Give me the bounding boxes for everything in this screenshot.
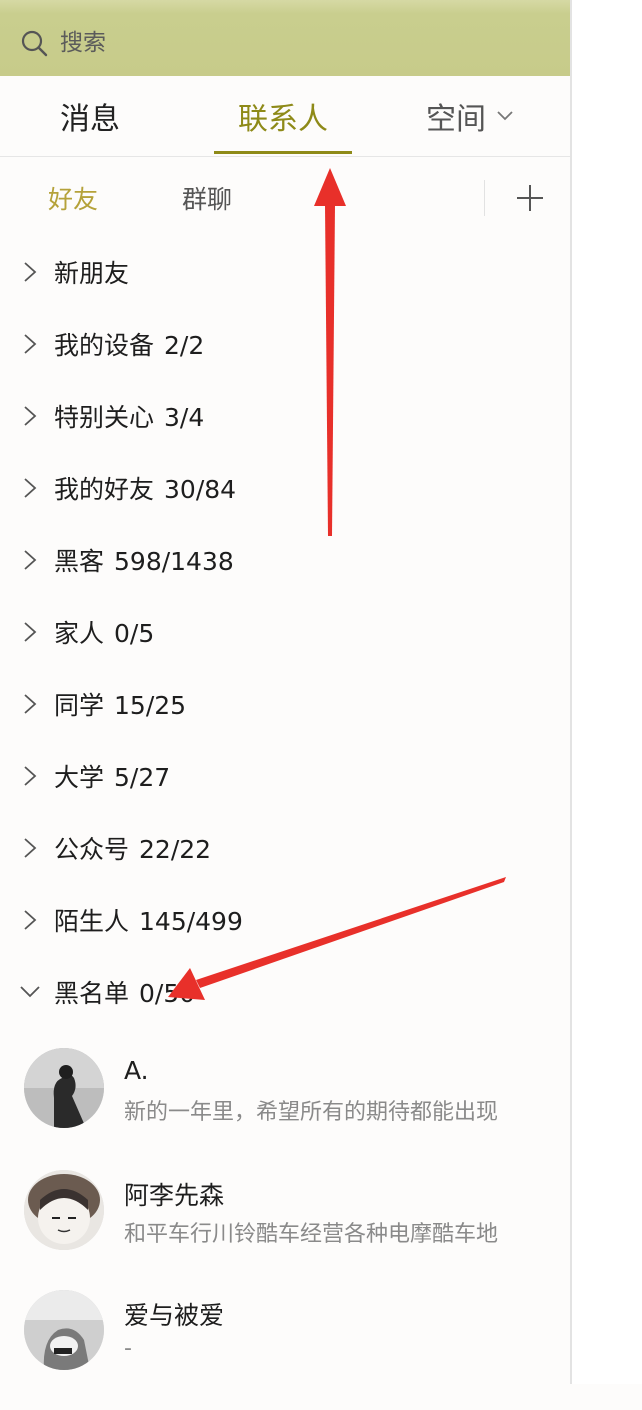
- group-name: 公众号: [54, 835, 130, 864]
- group-family[interactable]: 家人 0/5: [0, 596, 570, 668]
- plus-icon: [517, 185, 543, 211]
- group-count: 15/25: [114, 691, 187, 720]
- chevron-right-icon: [24, 334, 37, 354]
- main-tabs: 消息 联系人 空间: [0, 76, 570, 157]
- header-bar: [0, 0, 570, 76]
- contact-name: 阿李先森: [124, 1181, 225, 1210]
- group-count: 598/1438: [114, 547, 234, 576]
- contact-item[interactable]: 爱与被爱 -: [0, 1290, 570, 1410]
- divider: [484, 180, 485, 216]
- group-label: 家人 0/5: [54, 614, 154, 650]
- group-my-devices[interactable]: 我的设备 2/2: [0, 308, 570, 380]
- group-count: 0/50: [139, 979, 196, 1008]
- group-name: 黑客: [54, 547, 105, 576]
- group-label: 陌生人 145/499: [54, 902, 243, 938]
- group-my-friends[interactable]: 我的好友 30/84: [0, 452, 570, 524]
- group-special-care[interactable]: 特别关心 3/4: [0, 380, 570, 452]
- tab-contacts[interactable]: 联系人: [214, 76, 352, 156]
- chevron-right-icon: [24, 622, 37, 642]
- sub-tabs: 好友 群聊: [0, 158, 570, 238]
- group-name: 同学: [54, 691, 105, 720]
- group-new-friends[interactable]: 新朋友: [0, 236, 570, 308]
- group-name: 我的设备: [54, 331, 155, 360]
- background-strip: [572, 0, 642, 1384]
- group-label: 同学 15/25: [54, 686, 186, 722]
- group-blacklist[interactable]: 黑名单 0/50: [0, 956, 570, 1028]
- group-count: 5/27: [114, 763, 171, 792]
- group-name: 新朋友: [54, 259, 130, 288]
- tab-label: 空间: [426, 102, 486, 137]
- group-official-accounts[interactable]: 公众号 22/22: [0, 812, 570, 884]
- subtab-label: 好友: [48, 185, 99, 214]
- search-icon: [21, 30, 48, 57]
- group-label: 我的设备 2/2: [54, 326, 204, 362]
- subtab-friends[interactable]: 好友: [48, 176, 98, 220]
- group-label: 黑名单 0/50: [54, 974, 195, 1010]
- chevron-down-icon: [20, 986, 40, 998]
- group-name: 特别关心: [54, 403, 155, 432]
- group-count: 22/22: [139, 835, 212, 864]
- group-hackers[interactable]: 黑客 598/1438: [0, 524, 570, 596]
- chevron-right-icon: [24, 694, 37, 714]
- contact-name: 爱与被爱: [124, 1301, 225, 1330]
- group-name: 黑名单: [54, 979, 130, 1008]
- chevron-down-icon: [497, 111, 513, 121]
- avatar: [24, 1048, 104, 1128]
- group-name: 我的好友: [54, 475, 155, 504]
- group-label: 黑客 598/1438: [54, 542, 234, 578]
- group-count: 145/499: [139, 907, 243, 936]
- group-label: 我的好友 30/84: [54, 470, 236, 506]
- contact-item[interactable]: 阿李先森 和平车行川铃酷车经营各种电摩酷车地: [0, 1170, 570, 1290]
- group-classmates[interactable]: 同学 15/25: [0, 668, 570, 740]
- tab-label: 消息: [60, 102, 120, 137]
- search-bar[interactable]: [0, 12, 570, 74]
- group-label: 公众号 22/22: [54, 830, 211, 866]
- chevron-right-icon: [24, 766, 37, 786]
- chevron-right-icon: [24, 406, 37, 426]
- group-name: 陌生人: [54, 907, 130, 936]
- search-input[interactable]: [58, 29, 462, 57]
- group-university[interactable]: 大学 5/27: [0, 740, 570, 812]
- group-strangers[interactable]: 陌生人 145/499: [0, 884, 570, 956]
- tab-messages[interactable]: 消息: [40, 76, 140, 156]
- group-label: 大学 5/27: [54, 758, 170, 794]
- chevron-right-icon: [24, 838, 37, 858]
- group-count: 3/4: [164, 403, 205, 432]
- tab-space[interactable]: 空间: [410, 76, 530, 156]
- chevron-right-icon: [24, 550, 37, 570]
- group-count: 2/2: [164, 331, 205, 360]
- avatar: [24, 1170, 104, 1250]
- chevron-right-icon: [24, 262, 37, 282]
- subtab-groups[interactable]: 群聊: [182, 176, 232, 220]
- group-count: 0/5: [114, 619, 155, 648]
- group-label: 新朋友: [54, 254, 139, 290]
- contact-item[interactable]: A. 新的一年里，希望所有的期待都能出现: [0, 1048, 570, 1168]
- add-button[interactable]: [510, 178, 550, 218]
- avatar: [24, 1290, 104, 1370]
- group-name: 家人: [54, 619, 105, 648]
- active-tab-indicator: [214, 151, 352, 154]
- contact-signature: -: [124, 1336, 132, 1361]
- contact-signature: 和平车行川铃酷车经营各种电摩酷车地: [124, 1222, 499, 1247]
- contact-signature: 新的一年里，希望所有的期待都能出现: [124, 1100, 499, 1125]
- subtab-label: 群聊: [182, 185, 233, 214]
- contacts-panel: 消息 联系人 空间 好友 群聊 新朋友: [0, 0, 572, 1384]
- group-count: 30/84: [164, 475, 237, 504]
- group-label: 特别关心 3/4: [54, 398, 204, 434]
- contact-name: A.: [124, 1056, 149, 1085]
- group-name: 大学: [54, 763, 105, 792]
- chevron-right-icon: [24, 478, 37, 498]
- tab-label: 联系人: [238, 102, 328, 137]
- chevron-right-icon: [24, 910, 37, 930]
